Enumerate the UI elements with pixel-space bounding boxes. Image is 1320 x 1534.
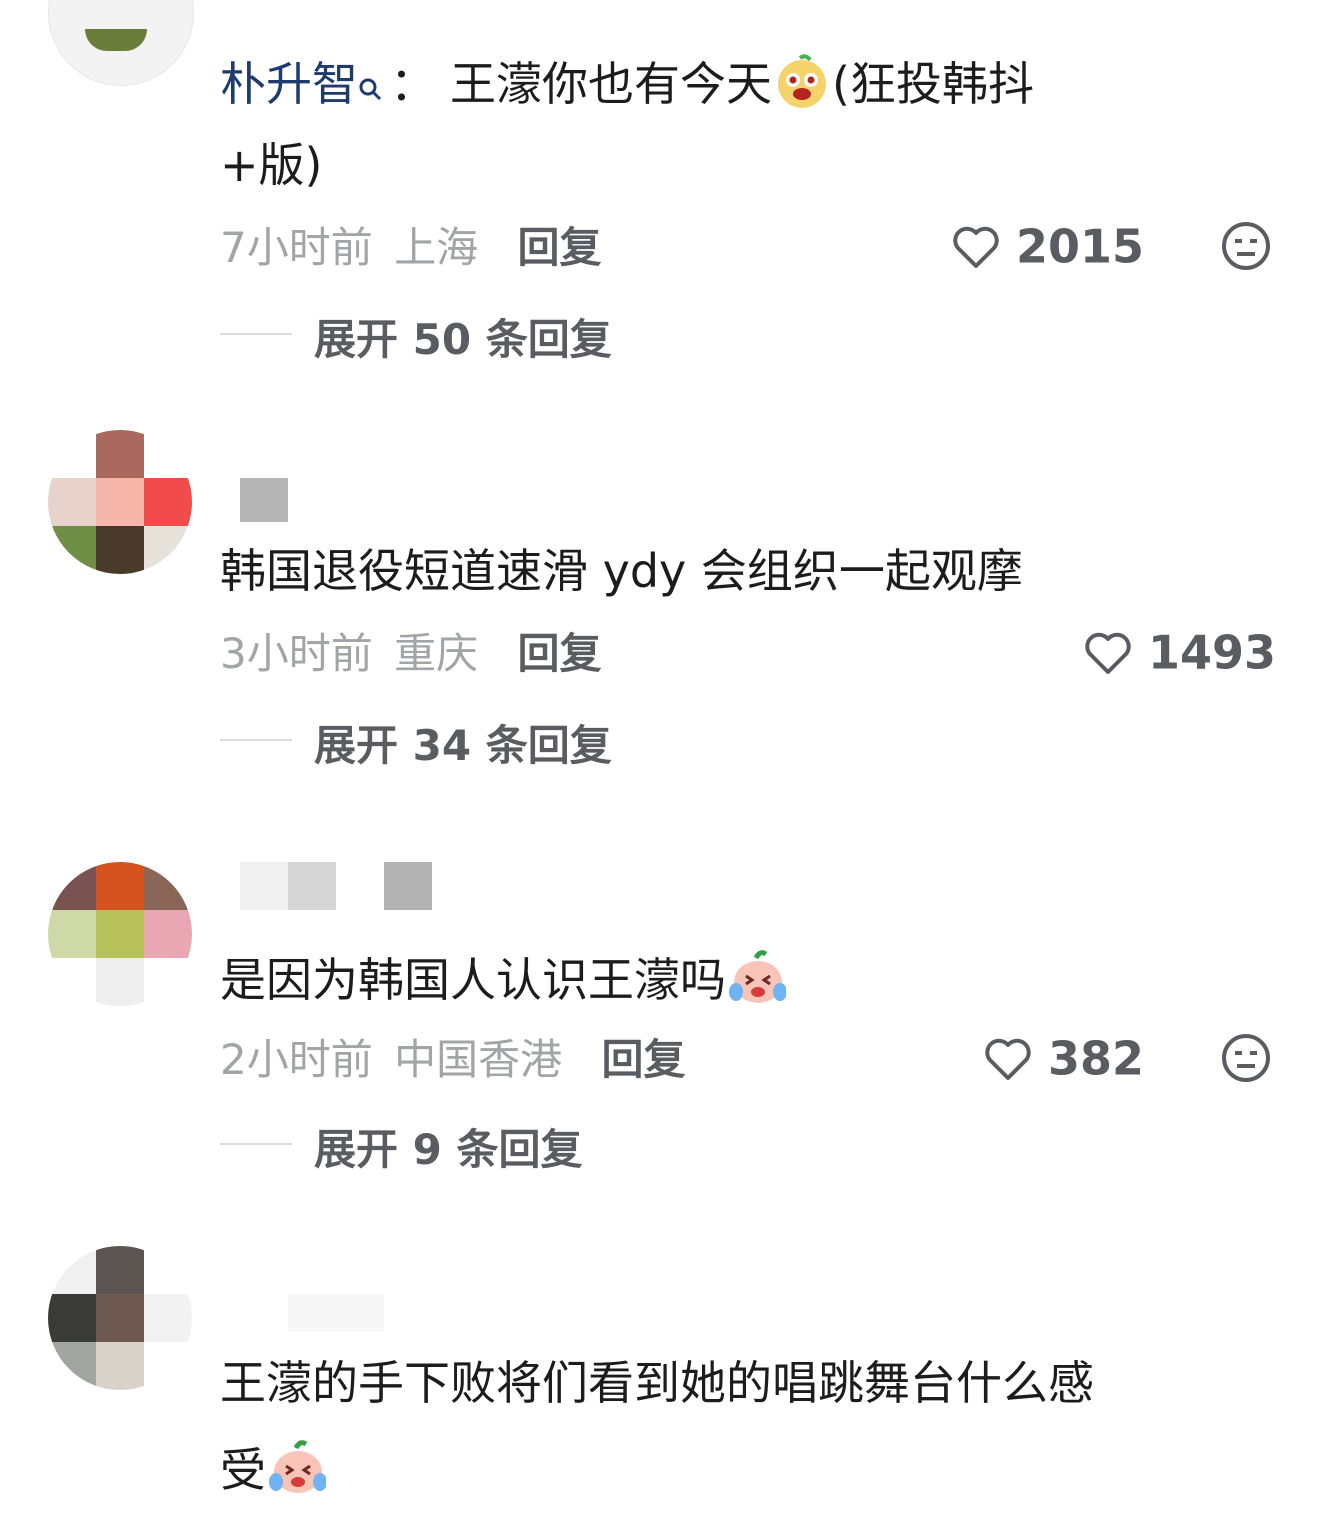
expand-divider: [220, 333, 292, 335]
comment-text: 韩国退役短道速滑 ydy 会组织一起观摩: [220, 544, 1023, 598]
like-button[interactable]: 2015: [952, 216, 1144, 274]
avatar[interactable]: [48, 862, 192, 1006]
monkey-emoji-icon: [772, 50, 832, 110]
username[interactable]: 朴升智: [220, 57, 358, 111]
expand-replies-button[interactable]: 展开 34 条回复: [314, 712, 612, 773]
comment-meta: 3小时前 重庆 回复: [220, 620, 601, 681]
comment-text-suffix: (狂投韩抖: [832, 57, 1034, 111]
crying-emoji-icon: [266, 1436, 327, 1496]
reply-button[interactable]: 回复: [601, 1035, 685, 1084]
comment-text-line: 是因为韩国人认识王濛吗: [220, 946, 787, 1011]
expand-divider: [220, 739, 292, 741]
like-count: 1493: [1148, 625, 1277, 680]
like-count: 2015: [1016, 219, 1145, 274]
avatar-image-fragment: [85, 29, 147, 51]
reply-button[interactable]: 回复: [517, 629, 601, 678]
comment-time: 2小时前: [220, 1035, 373, 1084]
expand-replies-button[interactable]: 展开 50 条回复: [314, 306, 612, 367]
comment-time: 7小时前: [220, 223, 373, 272]
heart-icon[interactable]: [1084, 622, 1132, 676]
crying-emoji-icon: [726, 946, 787, 1006]
like-button[interactable]: 382: [984, 1028, 1144, 1086]
avatar[interactable]: [48, 430, 192, 574]
dislike-face-icon[interactable]: [1220, 220, 1272, 276]
comment-text: 王濛你也有今天: [450, 57, 772, 111]
like-button[interactable]: 1493: [1084, 622, 1276, 680]
comment-text: 王濛的手下败将们看到她的唱跳舞台什么感: [220, 1356, 1094, 1410]
heart-icon[interactable]: [952, 216, 1000, 270]
heart-icon[interactable]: [984, 1028, 1032, 1082]
dislike-face-icon[interactable]: [1220, 1032, 1272, 1088]
comment-location: 中国香港: [394, 1035, 563, 1084]
like-count: 382: [1048, 1031, 1145, 1086]
username-blurred[interactable]: [288, 1294, 384, 1332]
comment-text-line-1: 朴升智 ： 王濛你也有今天 (狂投韩抖: [220, 50, 1034, 118]
search-icon[interactable]: [358, 56, 384, 118]
comment-time: 3小时前: [220, 629, 373, 678]
reply-button[interactable]: 回复: [517, 223, 601, 272]
comment-location: 重庆: [394, 629, 479, 678]
expand-replies-button[interactable]: 展开 9 条回复: [314, 1116, 582, 1177]
username-blurred[interactable]: [240, 478, 288, 522]
comment-text: 是因为韩国人认识王濛吗: [220, 953, 726, 1007]
comment-text-line-2: 受: [220, 1436, 327, 1501]
avatar[interactable]: [48, 0, 194, 86]
comment-location: 上海: [394, 223, 479, 272]
expand-divider: [220, 1143, 292, 1145]
comment-meta: 2小时前 中国香港 回复: [220, 1026, 685, 1087]
comment-text-continued: 受: [220, 1443, 266, 1497]
username-blurred[interactable]: [240, 862, 440, 910]
comment-meta: 7小时前 上海 回复: [220, 214, 601, 275]
separator: ：: [390, 57, 436, 111]
comment-text-line-2: +版): [220, 138, 323, 192]
avatar[interactable]: [48, 1246, 192, 1390]
